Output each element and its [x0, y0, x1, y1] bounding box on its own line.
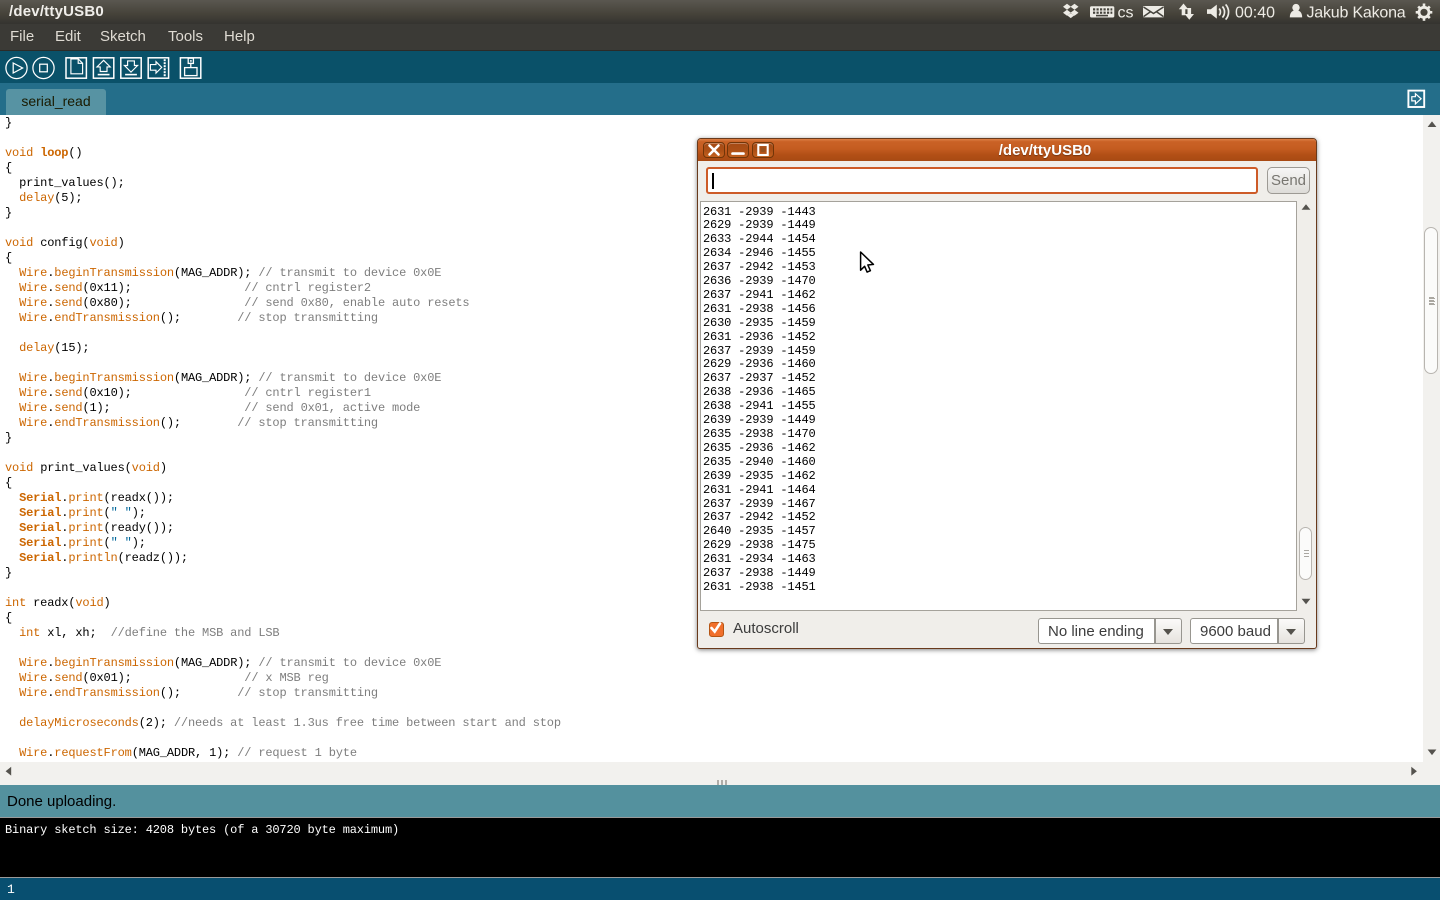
svg-text:cs: cs [1118, 5, 1134, 22]
svg-text:Jakub Kakona: Jakub Kakona [1307, 5, 1406, 22]
svg-text:00:40: 00:40 [1235, 5, 1275, 22]
